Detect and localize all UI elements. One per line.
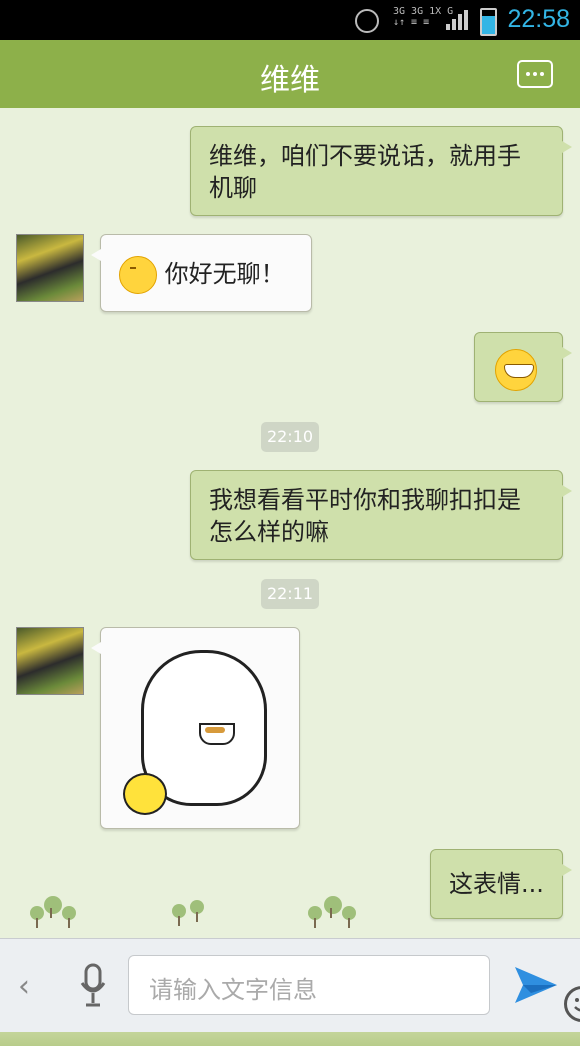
- tree-decoration: [324, 896, 342, 918]
- chat-area[interactable]: 维维，咱们不要说话，就用手机聊 你好无聊！ 22:10 我想看看平时你和我聊扣扣…: [0, 108, 580, 1046]
- network-activity-label: ↓↑ ≡ ≡: [393, 17, 430, 28]
- avatar[interactable]: [16, 627, 84, 695]
- battery-icon: [480, 8, 497, 36]
- input-placeholder: 请输入文字信息: [149, 976, 317, 1004]
- message-bubble[interactable]: 维维，咱们不要说话，就用手机聊: [190, 126, 572, 216]
- chat-title: 维维: [260, 63, 320, 98]
- tree-decoration: [308, 906, 322, 928]
- tree-decoration: [44, 896, 62, 918]
- message-text: 我想看看平时你和我聊扣扣是怎么样的嘛: [209, 486, 521, 546]
- tree-decoration: [172, 904, 186, 926]
- message-bubble[interactable]: 这表情...: [430, 849, 572, 919]
- chevron-left-icon[interactable]: ‹: [18, 969, 30, 1004]
- message-bubble[interactable]: 我想看看平时你和我聊扣扣是怎么样的嘛: [190, 470, 572, 560]
- avatar[interactable]: [16, 234, 84, 302]
- tree-decoration: [342, 906, 356, 928]
- input-bar: ‹ 请输入文字信息: [0, 938, 580, 1032]
- more-icon[interactable]: [517, 60, 553, 88]
- tree-decoration: [62, 906, 76, 928]
- timestamp: 22:10: [261, 422, 319, 452]
- grin-face-icon: [495, 349, 537, 391]
- message-input[interactable]: 请输入文字信息: [128, 955, 580, 1022]
- message-bubble[interactable]: [474, 332, 572, 402]
- tree-decoration: [30, 906, 44, 928]
- status-time: 22:58: [507, 5, 570, 33]
- microphone-icon[interactable]: [80, 963, 106, 1009]
- sweat-face-icon: [119, 256, 157, 294]
- status-bar: 3G 3G 1X G ↓↑ ≡ ≡ 22:58: [0, 0, 580, 40]
- message-text: 维维，咱们不要说话，就用手机聊: [209, 142, 521, 202]
- network-indicator: 3G 3G 1X G ↓↑ ≡ ≡: [393, 6, 453, 28]
- message-bubble[interactable]: 你好无聊！: [91, 234, 312, 312]
- send-icon[interactable]: [513, 963, 559, 1007]
- message-text: 你好无聊！: [164, 260, 285, 288]
- alarm-icon: [355, 9, 379, 33]
- tree-decoration: [190, 900, 204, 922]
- signal-icon: [446, 10, 468, 30]
- network-type-label: 3G 3G 1X G: [393, 6, 454, 17]
- timestamp: 22:11: [261, 579, 319, 609]
- emoji-picker-icon[interactable]: [564, 986, 580, 1022]
- message-text: 这表情...: [449, 870, 544, 898]
- sticker-bubble[interactable]: [91, 627, 300, 829]
